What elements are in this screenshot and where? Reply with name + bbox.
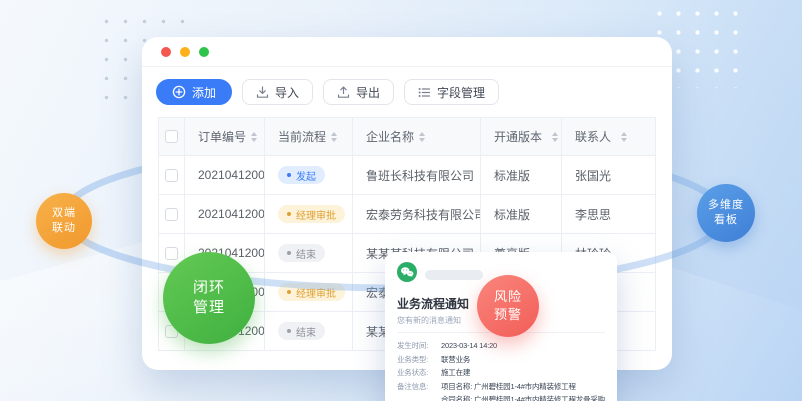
feature-badge-risk-warning: 风险 预警 [477, 275, 539, 337]
field-management-button[interactable]: 字段管理 [404, 79, 499, 105]
row-checkbox[interactable] [165, 169, 178, 182]
cell-version: 标准版 [481, 195, 562, 233]
add-button-label: 添加 [192, 84, 216, 101]
detail-row-biz-status: 业务状态: 施工在建 [397, 366, 605, 380]
cell-order-number: 20210412001 [185, 156, 265, 194]
cell-process-status: 结束 [265, 312, 353, 350]
sort-icon [251, 132, 257, 142]
import-button-label: 导入 [275, 84, 299, 101]
export-button-label: 导出 [356, 84, 380, 101]
wechat-icon [397, 262, 417, 287]
notification-details: 发生时间: 2023-03-14 14:20 业务类型: 联营业务 业务状态: … [397, 339, 605, 401]
sender-placeholder [425, 270, 483, 280]
select-all-checkbox[interactable] [165, 130, 178, 143]
export-upload-icon [337, 86, 350, 99]
cell-version: 标准版 [481, 156, 562, 194]
row-checkbox[interactable] [165, 208, 178, 221]
detail-row-biz-type: 业务类型: 联营业务 [397, 353, 605, 367]
feature-badge-multi-dashboard: 多维度 看板 [697, 184, 755, 242]
detail-row-time: 发生时间: 2023-03-14 14:20 [397, 339, 605, 353]
minimize-window-button[interactable] [180, 47, 190, 57]
status-badge: 结束 [278, 244, 325, 262]
column-header-order[interactable]: 订单编号 [185, 118, 265, 155]
cell-contact: 张国光 [562, 156, 656, 194]
sort-icon [331, 132, 337, 142]
window-titlebar [142, 37, 672, 67]
table-row: 20210412001 发起 鲁班长科技有限公司 标准版 张国光 [159, 156, 655, 195]
list-settings-icon [418, 86, 431, 99]
remark-contract-line: 合同名称: 广州碧桂园1-4#市内精装修工程龙骨采购合同 [397, 393, 605, 401]
plus-circle-icon [172, 85, 186, 99]
column-header-contact[interactable]: 联系人 [562, 118, 656, 155]
column-header-version[interactable]: 开通版本 [481, 118, 562, 155]
toolbar: 添加 导入 导出 字段管理 [142, 67, 672, 117]
cell-contact: 李思思 [562, 195, 656, 233]
import-button[interactable]: 导入 [242, 79, 313, 105]
cell-process-status: 经理审批 [265, 273, 353, 311]
cell-company-name: 宏泰劳务科技有限公司 [353, 195, 481, 233]
sort-icon [552, 132, 558, 142]
table-header: 订单编号 当前流程 企业名称 开通版本 联系人 [159, 118, 655, 156]
column-header-process[interactable]: 当前流程 [265, 118, 353, 155]
export-button[interactable]: 导出 [323, 79, 394, 105]
detail-row-remark: 备注信息: 项目名称: 广州碧桂园1-4#市内精装修工程 [397, 380, 605, 394]
close-window-button[interactable] [161, 47, 171, 57]
row-checkbox[interactable] [165, 247, 178, 260]
feature-badge-closed-loop: 闭环 管理 [163, 252, 255, 344]
maximize-window-button[interactable] [199, 47, 209, 57]
status-badge: 经理审批 [278, 283, 345, 301]
cell-process-status: 经理审批 [265, 195, 353, 233]
import-download-icon [256, 86, 269, 99]
cell-company-name: 鲁班长科技有限公司 [353, 156, 481, 194]
sort-icon [419, 132, 425, 142]
status-badge: 结束 [278, 322, 325, 340]
column-header-company[interactable]: 企业名称 [353, 118, 481, 155]
field-management-button-label: 字段管理 [437, 84, 485, 101]
table-row: 20210412002 经理审批 宏泰劳务科技有限公司 标准版 李思思 [159, 195, 655, 234]
cell-process-status: 结束 [265, 234, 353, 272]
cell-order-number: 20210412002 [185, 195, 265, 233]
add-button[interactable]: 添加 [156, 79, 232, 105]
cell-process-status: 发起 [265, 156, 353, 194]
sort-icon [621, 132, 627, 142]
status-badge: 发起 [278, 166, 325, 184]
feature-badge-dual-link: 双端 联动 [36, 193, 92, 249]
status-badge: 经理审批 [278, 205, 345, 223]
